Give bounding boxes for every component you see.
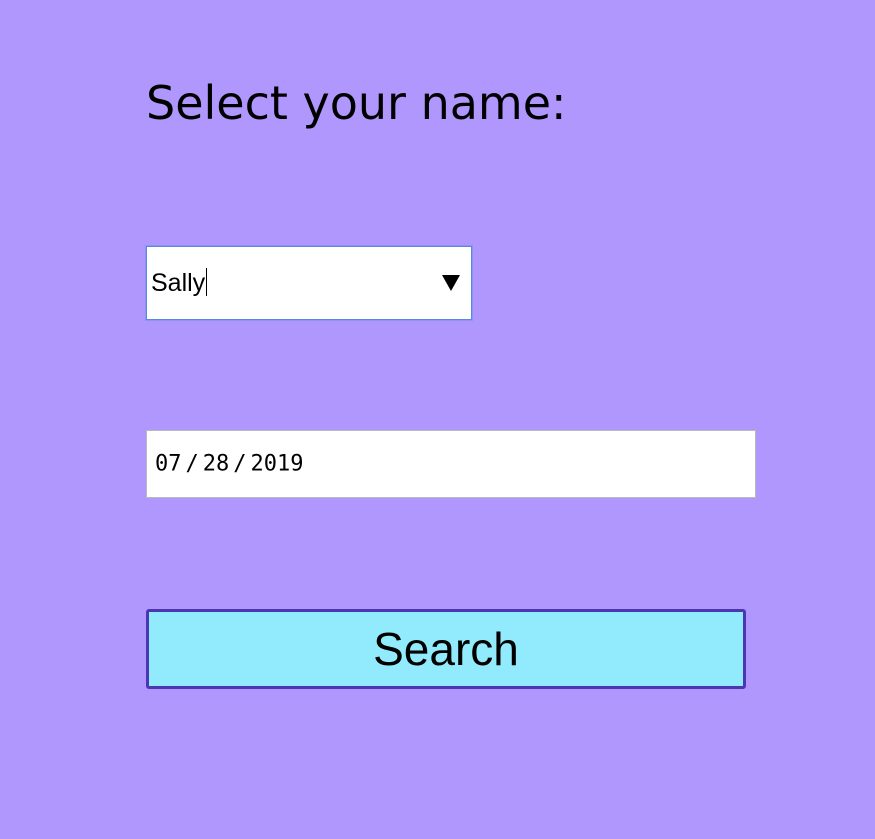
page-heading: Select your name:: [146, 76, 567, 130]
text-cursor: [206, 268, 208, 296]
name-select-value-text: Sally: [151, 269, 206, 297]
date-input[interactable]: 07/28/2019: [146, 430, 756, 498]
date-separator: /: [233, 451, 247, 477]
date-separator: /: [185, 451, 199, 477]
date-value: 07/28/2019: [155, 452, 303, 477]
name-select-value: Sally: [151, 268, 208, 298]
name-select[interactable]: Sally: [146, 246, 472, 320]
search-button[interactable]: Search: [146, 609, 746, 689]
date-month[interactable]: 07: [155, 452, 182, 477]
date-year[interactable]: 2019: [251, 452, 304, 477]
date-day[interactable]: 28: [203, 452, 230, 477]
dropdown-arrow-icon[interactable]: [442, 275, 460, 291]
